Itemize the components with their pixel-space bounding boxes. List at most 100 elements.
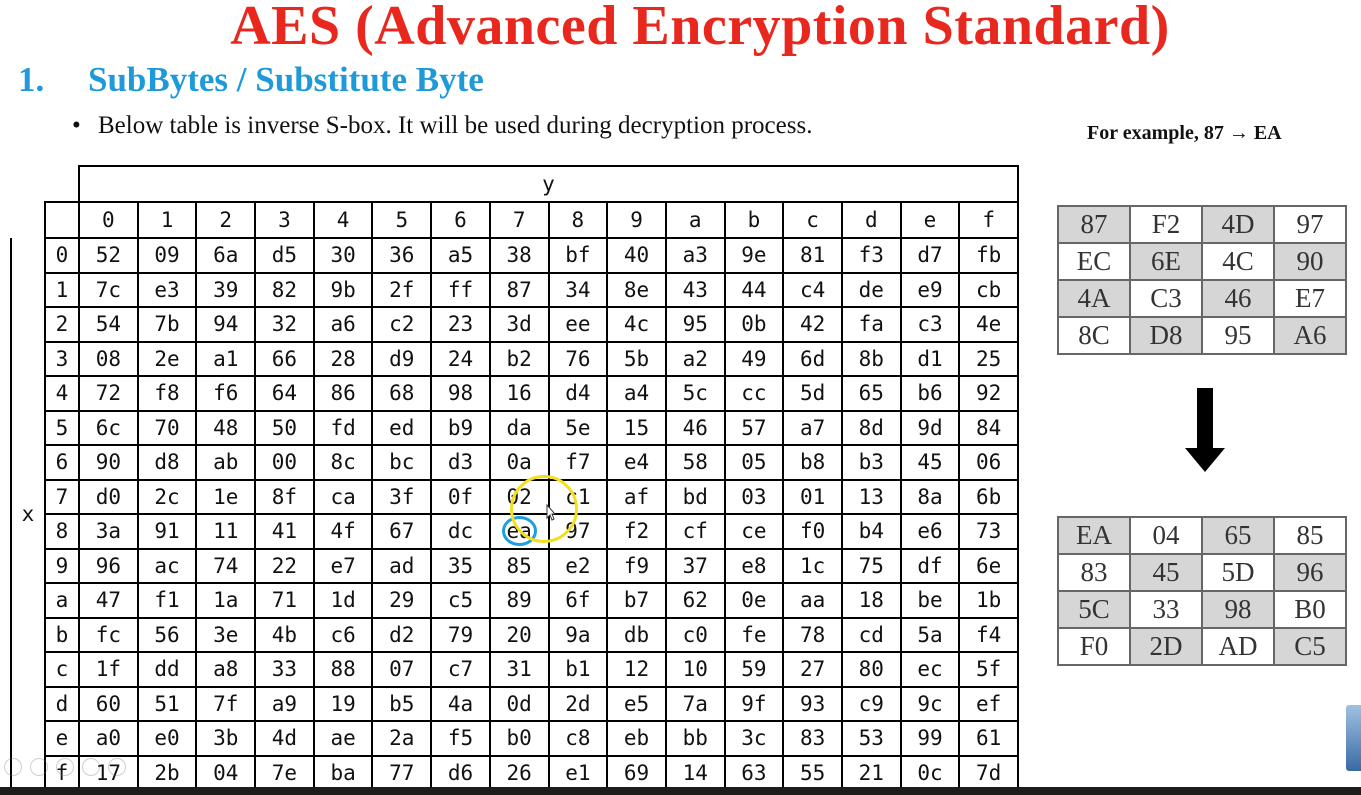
sbox-cell: 9a bbox=[547, 616, 609, 653]
sbox-cell: 29 bbox=[371, 582, 433, 619]
sbox-cell: dc bbox=[430, 513, 491, 550]
sbox-cell: 52 bbox=[78, 237, 139, 274]
sbox-cell: 85 bbox=[488, 547, 550, 584]
state-cell: EA bbox=[1057, 516, 1131, 555]
state-cell: 5D bbox=[1201, 553, 1275, 592]
sbox-cell: 5d bbox=[782, 375, 843, 412]
sbox-cell: 03 bbox=[723, 478, 785, 515]
next-icon[interactable] bbox=[30, 758, 48, 776]
sbox-cell: e2 bbox=[547, 547, 609, 584]
sbox-cell: 9e bbox=[723, 237, 785, 274]
state-cell: 33 bbox=[1129, 590, 1203, 629]
sbox-cell: 93 bbox=[782, 685, 843, 722]
sbox-cell: 1d bbox=[312, 582, 374, 619]
slide-controls[interactable] bbox=[4, 758, 126, 776]
x-axis-label: x bbox=[10, 238, 45, 790]
state-cell: AD bbox=[1201, 627, 1275, 666]
row-header: 2 bbox=[44, 306, 80, 343]
sbox-cell: 73 bbox=[958, 513, 1019, 550]
sbox-cell: c4 bbox=[782, 271, 843, 308]
sbox-cell: 58 bbox=[664, 444, 726, 481]
sbox-cell: a3 bbox=[664, 237, 726, 274]
sbox-cell: 54 bbox=[78, 306, 139, 343]
sbox-cell: de bbox=[840, 271, 902, 308]
sbox-cell: f7 bbox=[547, 444, 609, 481]
sbox-cell: 18 bbox=[840, 582, 902, 619]
sbox-cell: 96 bbox=[78, 547, 139, 584]
sbox-cell: 08 bbox=[78, 340, 139, 377]
sbox-cell: be bbox=[899, 582, 961, 619]
sbox-cell: 62 bbox=[664, 582, 726, 619]
state-cell: 5C bbox=[1057, 590, 1131, 629]
column-header: f bbox=[958, 201, 1019, 239]
sbox-cell: da bbox=[488, 409, 550, 446]
sbox-cell: 6f bbox=[547, 582, 609, 619]
column-header: 2 bbox=[195, 201, 257, 239]
sbox-cell: 9b bbox=[312, 271, 374, 308]
column-header: c bbox=[782, 201, 843, 239]
sbox-cell: 01 bbox=[782, 478, 843, 515]
sbox-cell: a7 bbox=[782, 409, 843, 446]
sbox-cell: 28 bbox=[312, 340, 374, 377]
sbox-cell: f4 bbox=[958, 616, 1019, 653]
sbox-cell: b0 bbox=[488, 720, 550, 757]
sbox-cell: 92 bbox=[958, 375, 1019, 412]
sbox-cell: c9 bbox=[840, 685, 902, 722]
bottom-bar bbox=[0, 787, 1361, 795]
sbox-cell: 4e bbox=[958, 306, 1019, 343]
sbox-cell: 3c bbox=[723, 720, 785, 757]
sbox-cell: 98 bbox=[430, 375, 491, 412]
down-arrow-icon bbox=[1197, 388, 1213, 450]
sbox-cell: 81 bbox=[782, 237, 843, 274]
sbox-cell: f3 bbox=[840, 237, 902, 274]
zoom-icon[interactable] bbox=[82, 758, 100, 776]
y-axis-label: y bbox=[78, 165, 1019, 203]
sbox-cell: d5 bbox=[254, 237, 315, 274]
state-cell: 97 bbox=[1273, 205, 1347, 244]
sbox-cell: 2c bbox=[136, 478, 198, 515]
sbox-cell: b6 bbox=[899, 375, 961, 412]
prev-icon[interactable] bbox=[4, 758, 22, 776]
sbox-cell: 09 bbox=[136, 237, 198, 274]
sbox-cell: 5c bbox=[664, 375, 726, 412]
sbox-cell: 35 bbox=[430, 547, 491, 584]
sbox-cell: 21 bbox=[840, 754, 902, 791]
pen-icon[interactable] bbox=[56, 758, 74, 776]
sbox-cell: ad bbox=[371, 547, 433, 584]
sbox-cell: 8e bbox=[606, 271, 667, 308]
sbox-cell: a2 bbox=[664, 340, 726, 377]
sbox-cell: 76 bbox=[547, 340, 609, 377]
row-header: e bbox=[44, 720, 80, 757]
sbox-cell: cb bbox=[958, 271, 1019, 308]
sbox-cell: 0f bbox=[430, 478, 491, 515]
pointer-highlight-circle bbox=[510, 475, 578, 543]
row-header: 6 bbox=[44, 444, 80, 481]
sbox-cell: 8d bbox=[840, 409, 902, 446]
sbox-cell: cd bbox=[840, 616, 902, 653]
sbox-cell: 99 bbox=[899, 720, 961, 757]
sbox-cell: 43 bbox=[664, 271, 726, 308]
sbox-cell: 8a bbox=[899, 478, 961, 515]
sbox-cell: 2a bbox=[371, 720, 433, 757]
sbox-cell: 90 bbox=[78, 444, 139, 481]
sbox-cell: 2f bbox=[371, 271, 433, 308]
sbox-cell: 79 bbox=[430, 616, 491, 653]
mouse-cursor-icon bbox=[546, 504, 556, 521]
menu-icon[interactable] bbox=[108, 758, 126, 776]
bullet-text: Below table is inverse S-box. It will be… bbox=[98, 112, 813, 139]
sbox-cell: a5 bbox=[430, 237, 491, 274]
column-header: 3 bbox=[254, 201, 315, 239]
sbox-cell: bd bbox=[664, 478, 726, 515]
sbox-cell: dd bbox=[136, 651, 198, 688]
sbox-cell: a8 bbox=[195, 651, 257, 688]
video-thumbnail[interactable] bbox=[1346, 705, 1361, 771]
sbox-cell: f5 bbox=[430, 720, 491, 757]
state-cell: 6E bbox=[1129, 242, 1203, 281]
state-cell: E7 bbox=[1273, 279, 1347, 318]
sbox-cell: 49 bbox=[723, 340, 785, 377]
sbox-cell: f9 bbox=[606, 547, 667, 584]
section-title: SubBytes / Substitute Byte bbox=[88, 60, 484, 99]
sbox-cell: a6 bbox=[312, 306, 374, 343]
sbox-cell: 41 bbox=[254, 513, 315, 550]
state-matrix-after: EA 04 65 85 83 45 5D 96 5C 33 98 B0 F0 2D AD C5 bbox=[1057, 516, 1347, 666]
